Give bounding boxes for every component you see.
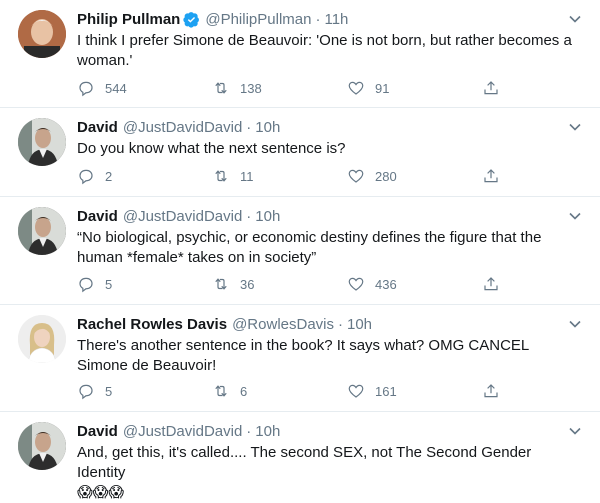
- tweet-rachel-rowles-davis[interactable]: Rachel Rowles Davis @RowlesDavis · 10h T…: [0, 305, 600, 412]
- reply-button[interactable]: 2: [77, 167, 212, 185]
- share-icon: [484, 384, 498, 398]
- share-icon: [484, 277, 498, 291]
- screaming-face-emoji: 😱😱😱: [77, 484, 124, 501]
- reply-count: 5: [105, 276, 113, 292]
- retweet-count: 11: [240, 168, 254, 184]
- share-icon: [484, 81, 498, 95]
- author-handle[interactable]: @JustDavidDavid: [123, 208, 242, 225]
- timestamp[interactable]: 10h: [255, 208, 280, 225]
- tweet-actions: 2 11 280: [77, 167, 510, 185]
- author-handle[interactable]: @PhilipPullman: [205, 11, 311, 28]
- tweet-text: And, get this, it's called.... The secon…: [77, 444, 532, 481]
- retweet-count: 6: [240, 383, 248, 399]
- avatar[interactable]: [18, 422, 66, 470]
- tweet-actions: 5 36 436: [77, 275, 510, 293]
- timestamp[interactable]: 10h: [347, 316, 372, 333]
- share-button[interactable]: [482, 79, 510, 97]
- heart-icon: [348, 277, 364, 291]
- share-button[interactable]: [482, 275, 510, 293]
- tweet-thread: Philip Pullman @PhilipPullman · 11h I th…: [0, 0, 600, 501]
- avatar[interactable]: [18, 118, 66, 166]
- retweet-button[interactable]: 36: [212, 275, 347, 293]
- chevron-down-icon[interactable]: [568, 317, 582, 331]
- reply-button[interactable]: 5: [77, 275, 212, 293]
- tweet-text: There's another sentence in the book? It…: [77, 337, 529, 374]
- retweet-button[interactable]: 11: [212, 167, 347, 185]
- reply-button[interactable]: 544: [77, 79, 212, 97]
- tweet-header: Philip Pullman @PhilipPullman · 11h: [77, 9, 348, 29]
- chevron-down-icon[interactable]: [568, 120, 582, 134]
- like-button[interactable]: 91: [347, 79, 482, 97]
- retweet-icon: [215, 385, 227, 397]
- retweet-count: 36: [240, 276, 255, 292]
- avatar[interactable]: [18, 10, 66, 58]
- timestamp[interactable]: 11h: [324, 11, 348, 28]
- reply-button[interactable]: 5: [77, 382, 212, 400]
- separator: ·: [246, 207, 252, 225]
- author-name[interactable]: Philip Pullman: [77, 11, 180, 28]
- reply-icon: [79, 81, 93, 97]
- separator: ·: [315, 10, 321, 28]
- heart-icon: [348, 384, 364, 398]
- tweet-david-1[interactable]: David @JustDavidDavid · 10h Do you know …: [0, 108, 600, 197]
- author-name[interactable]: David: [77, 119, 118, 136]
- tweet-david-3[interactable]: David @JustDavidDavid · 10h And, get thi…: [0, 412, 600, 501]
- tweet-text: Do you know what the next sentence is?: [77, 140, 346, 157]
- retweet-icon: [215, 170, 227, 182]
- reply-icon: [79, 277, 93, 293]
- share-button[interactable]: [482, 167, 510, 185]
- tweet-text: I think I prefer Simone de Beauvoir: 'On…: [77, 32, 572, 69]
- tweet-philip-pullman[interactable]: Philip Pullman @PhilipPullman · 11h I th…: [0, 0, 600, 108]
- share-button[interactable]: [482, 382, 510, 400]
- tweet-header: Rachel Rowles Davis @RowlesDavis · 10h: [77, 314, 372, 334]
- reply-count: 2: [105, 168, 113, 184]
- like-count: 436: [375, 276, 397, 292]
- tweet-text: “No biological, psychic, or economic des…: [77, 229, 542, 266]
- like-count: 91: [375, 80, 390, 96]
- like-button[interactable]: 161: [347, 382, 482, 400]
- avatar[interactable]: [18, 207, 66, 255]
- retweet-button[interactable]: 138: [212, 79, 347, 97]
- retweet-icon: [215, 82, 227, 94]
- chevron-down-icon[interactable]: [568, 424, 582, 438]
- author-name[interactable]: Rachel Rowles Davis: [77, 316, 227, 333]
- tweet-actions: 544 138 91: [77, 79, 510, 97]
- like-button[interactable]: 280: [347, 167, 482, 185]
- tweet-actions: 5 6 161: [77, 382, 510, 400]
- tweet-header: David @JustDavidDavid · 10h: [77, 117, 280, 137]
- avatar[interactable]: [18, 315, 66, 363]
- author-handle[interactable]: @JustDavidDavid: [123, 423, 242, 440]
- tweet-text-block: And, get this, it's called.... The secon…: [77, 443, 577, 503]
- chevron-down-icon[interactable]: [568, 12, 582, 26]
- tweet-header: David @JustDavidDavid · 10h: [77, 206, 280, 226]
- like-count: 280: [375, 168, 397, 184]
- author-handle[interactable]: @JustDavidDavid: [123, 119, 242, 136]
- like-count: 161: [375, 383, 397, 399]
- author-name[interactable]: David: [77, 423, 118, 440]
- tweet-david-2[interactable]: David @JustDavidDavid · 10h “No biologic…: [0, 197, 600, 305]
- reply-count: 5: [105, 383, 113, 399]
- heart-icon: [348, 81, 364, 95]
- timestamp[interactable]: 10h: [255, 423, 280, 440]
- separator: ·: [246, 118, 252, 136]
- retweet-count: 138: [240, 80, 262, 96]
- reply-count: 544: [105, 80, 127, 96]
- separator: ·: [246, 422, 252, 440]
- separator: ·: [338, 315, 343, 333]
- like-button[interactable]: 436: [347, 275, 482, 293]
- timestamp[interactable]: 10h: [255, 119, 280, 136]
- tweet-header: David @JustDavidDavid · 10h: [77, 421, 280, 441]
- retweet-button[interactable]: 6: [212, 382, 347, 400]
- author-handle[interactable]: @RowlesDavis: [232, 316, 334, 333]
- verified-badge-icon: [183, 11, 200, 28]
- reply-icon: [79, 169, 93, 185]
- chevron-down-icon[interactable]: [568, 209, 582, 223]
- heart-icon: [348, 169, 364, 183]
- retweet-icon: [215, 278, 227, 290]
- share-icon: [484, 169, 498, 183]
- author-name[interactable]: David: [77, 208, 118, 225]
- reply-icon: [79, 384, 93, 400]
